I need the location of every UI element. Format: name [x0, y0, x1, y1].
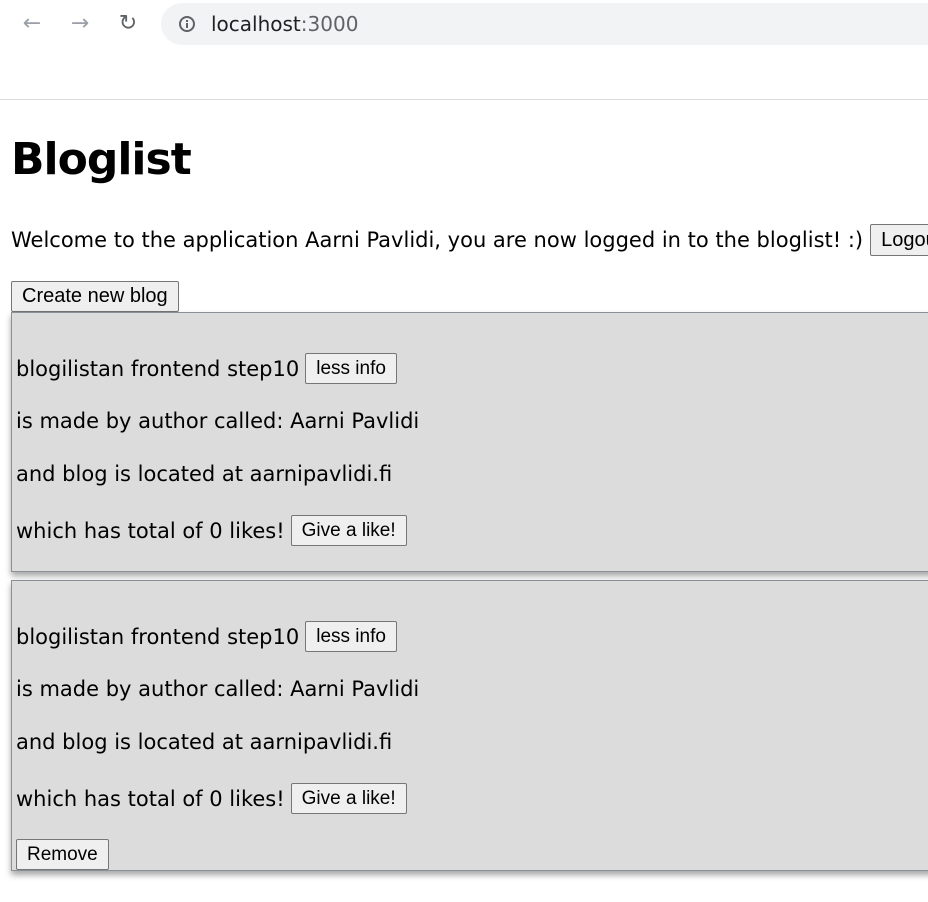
page-title: Bloglist: [11, 134, 192, 185]
info-icon[interactable]: [179, 16, 195, 32]
like-button[interactable]: Give a like!: [290, 783, 407, 814]
blog-author: is made by author called: Aarni Pavlidi: [16, 409, 420, 433]
create-new-blog-button[interactable]: Create new blog: [11, 281, 179, 312]
blog-likes: which has total of 0 likes!: [16, 786, 285, 811]
blog-likes-row: which has total of 0 likes! Give a like!: [16, 783, 407, 814]
blog-title: blogilistan frontend step10: [16, 356, 300, 381]
blog-remove-row: Remove: [16, 839, 109, 870]
less-info-button[interactable]: less info: [305, 353, 397, 384]
less-info-button[interactable]: less info: [305, 621, 397, 652]
logout-button[interactable]: Logout: [870, 224, 928, 256]
url-port: :3000: [300, 12, 359, 36]
blog-title-row: blogilistan frontend step10 less info: [16, 621, 397, 652]
blog-url: and blog is located at aarnipavlidi.fi: [16, 462, 393, 486]
blog-card: blogilistan frontend step10 less info is…: [11, 580, 928, 871]
reload-icon[interactable]: ↻: [114, 10, 142, 38]
forward-arrow-icon[interactable]: →: [66, 10, 94, 38]
welcome-text: Welcome to the application Aarni Pavlidi…: [11, 228, 864, 252]
url-host: localhost: [211, 12, 301, 36]
blog-title: blogilistan frontend step10: [16, 624, 300, 649]
remove-button[interactable]: Remove: [16, 839, 109, 870]
back-arrow-icon[interactable]: ←: [18, 10, 46, 38]
blog-title-row: blogilistan frontend step10 less info: [16, 353, 397, 384]
blog-likes: which has total of 0 likes!: [16, 518, 285, 543]
welcome-row: Welcome to the application Aarni Pavlidi…: [11, 224, 928, 256]
blog-url: and blog is located at aarnipavlidi.fi: [16, 730, 393, 754]
like-button[interactable]: Give a like!: [290, 515, 407, 546]
blog-likes-row: which has total of 0 likes! Give a like!: [16, 515, 407, 546]
address-bar[interactable]: localhost:3000: [161, 3, 928, 45]
blog-card: blogilistan frontend step10 less info is…: [11, 312, 928, 572]
browser-toolbar: ← → ↻ localhost:3000: [0, 0, 928, 100]
blog-author: is made by author called: Aarni Pavlidi: [16, 677, 420, 701]
